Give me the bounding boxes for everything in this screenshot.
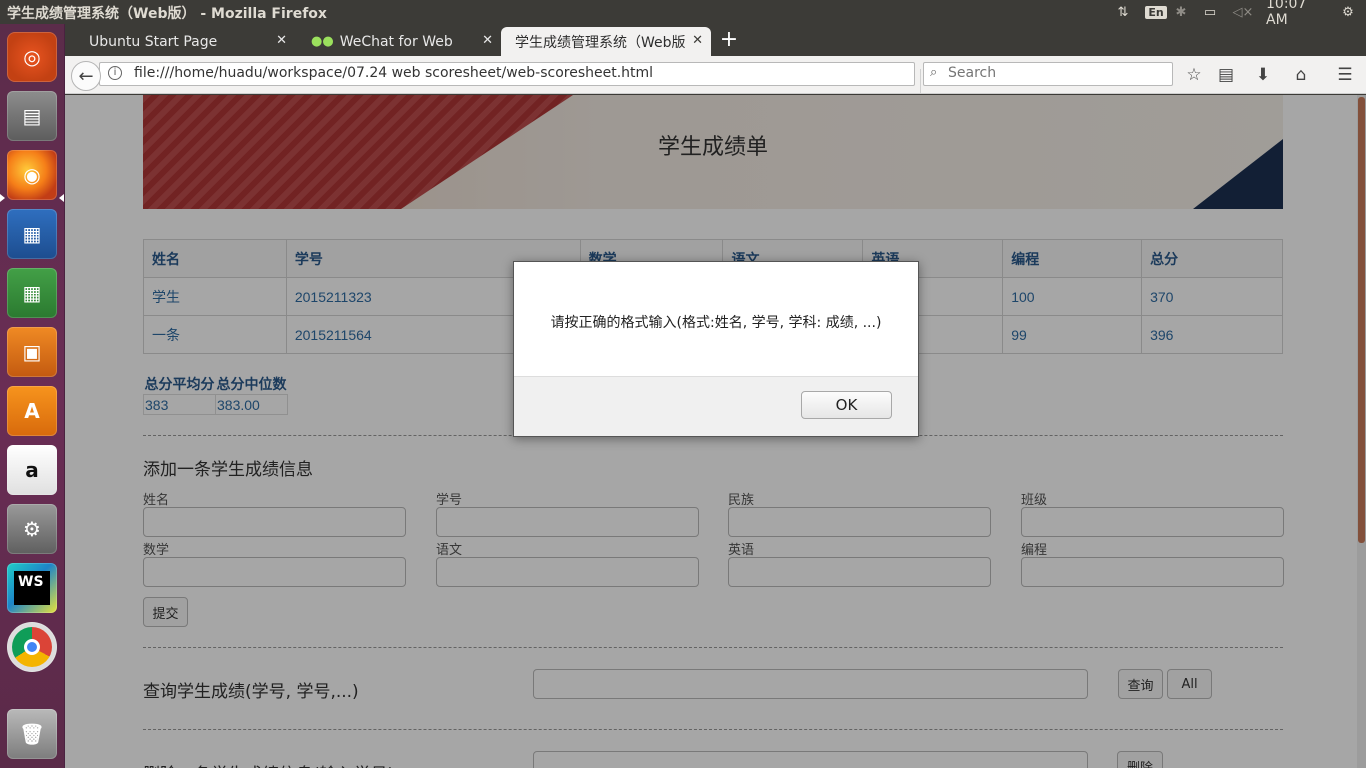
firefox-icon[interactable]: ◉ [7,150,57,200]
software-center-icon[interactable]: A [7,386,57,436]
reading-list-icon[interactable]: ▤ [1215,64,1237,86]
tab-label: 学生成绩管理系统（Web版 [515,34,686,51]
webstorm-icon[interactable]: WS [7,563,57,613]
dialog-message: 请按正确的格式输入(格式:姓名, 学号, 学科: 成绩, ...) [550,315,882,331]
network-icon[interactable]: ⇅ [1112,3,1134,21]
keyboard-indicator[interactable]: En [1145,3,1167,21]
close-icon[interactable]: ✕ [276,33,287,48]
url-text[interactable]: file:///home/huadu/workspace/07.24 web s… [134,65,653,81]
navigation-bar: i file:///home/huadu/workspace/07.24 web… [65,56,1366,94]
download-icon[interactable]: ⬇ [1252,64,1274,86]
search-icon: ⌕ [930,65,938,80]
system-settings-icon[interactable]: ⚙ [7,504,57,554]
search-input[interactable] [948,65,1158,81]
tab-label: WeChat for Web [339,33,453,50]
battery-icon[interactable]: ▭ [1197,3,1223,21]
trash-icon[interactable]: 🗑 [7,709,57,759]
ok-button[interactable]: OK [801,391,892,419]
top-panel: 学生成绩管理系统（Web版） - Mozilla Firefox ⇅ En ✱ … [0,0,1366,28]
clock[interactable]: 10:07 AM [1266,0,1332,28]
home-icon[interactable]: ⌂ [1290,64,1312,86]
close-icon[interactable]: ✕ [692,33,703,48]
focused-indicator [59,194,64,202]
libreoffice-calc-icon[interactable]: ▦ [7,268,57,318]
alert-dialog: 请按正确的格式输入(格式:姓名, 学号, 学科: 成绩, ...) OK [513,261,919,437]
bluetooth-icon[interactable]: ✱ [1172,3,1190,21]
tab-wechat[interactable]: ●● WeChat for Web ✕ [297,27,501,56]
tab-scoresheet[interactable]: 学生成绩管理系统（Web版 ✕ [501,27,711,56]
tab-bar: Ubuntu Start Page ✕ ●● WeChat for Web ✕ … [65,24,1366,56]
hamburger-menu-icon[interactable]: ☰ [1334,64,1356,86]
new-tab-button[interactable]: + [717,28,741,52]
libreoffice-impress-icon[interactable]: ▣ [7,327,57,377]
tab-ubuntu-start[interactable]: Ubuntu Start Page ✕ [75,27,295,56]
active-indicator [0,194,5,202]
back-button[interactable]: ← [71,61,101,91]
url-bar[interactable]: i file:///home/huadu/workspace/07.24 web… [99,62,942,93]
files-icon[interactable]: ▤ [7,91,57,141]
window-title: 学生成绩管理系统（Web版） - Mozilla Firefox [7,6,327,22]
close-icon[interactable]: ✕ [482,33,493,48]
tab-label: Ubuntu Start Page [89,33,218,50]
launcher: ◎ ▤ ◉ ▦ ▦ ▣ A a ⚙ WS 🗑 [0,24,65,768]
system-gear-icon[interactable]: ⚙ [1338,3,1358,21]
chrome-icon[interactable] [7,622,57,672]
dialog-footer: OK [514,376,918,436]
libreoffice-writer-icon[interactable]: ▦ [7,209,57,259]
search-bar[interactable]: ⌕ [923,62,1173,86]
keyboard-layout-label: En [1145,5,1167,19]
volume-muted-icon[interactable]: ◁× [1232,3,1254,21]
amazon-icon[interactable]: a [7,445,57,495]
bookmark-star-icon[interactable]: ☆ [1183,64,1205,86]
ubuntu-dash-icon[interactable]: ◎ [7,32,57,82]
wechat-icon: ●● [311,34,334,49]
info-icon[interactable]: i [108,66,122,80]
